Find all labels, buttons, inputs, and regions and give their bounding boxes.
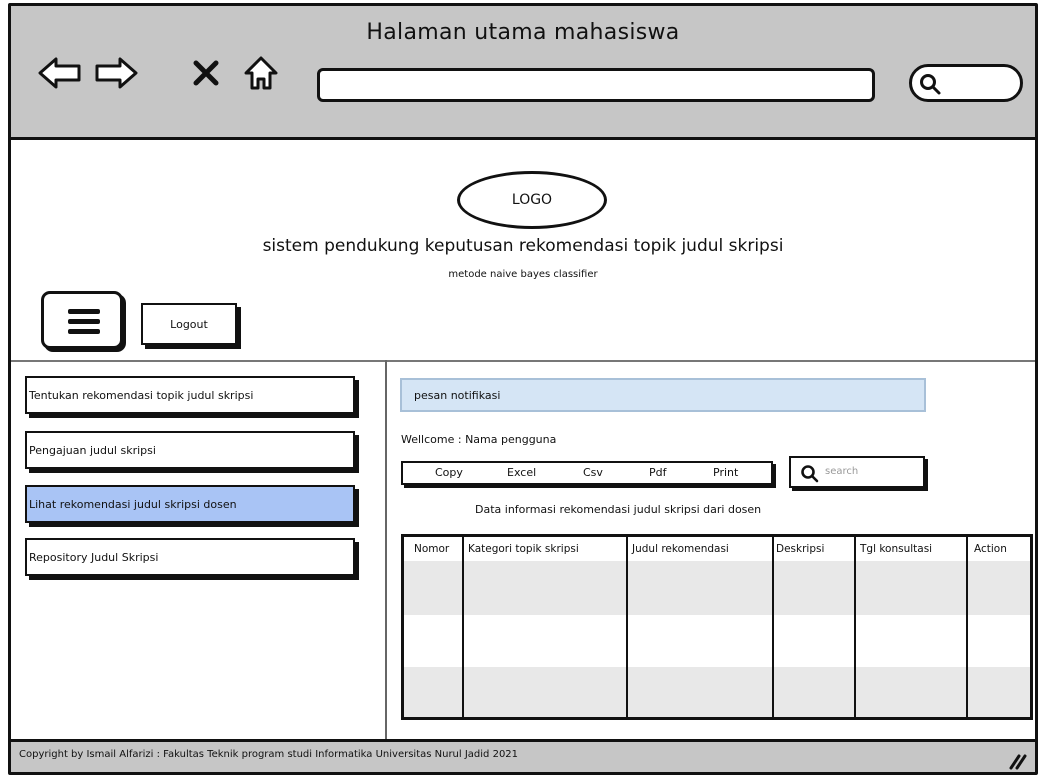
column-header-nomor: Nomor — [414, 543, 450, 555]
data-table: Nomor Kategori topik skripsi Judul rekom… — [401, 534, 1033, 720]
pdf-button[interactable]: Pdf — [649, 466, 667, 479]
table-row — [404, 561, 1030, 615]
column-divider — [854, 537, 856, 717]
csv-button[interactable]: Csv — [583, 466, 603, 479]
forward-button[interactable] — [93, 52, 139, 94]
column-header-judul: Judul rekomendasi — [632, 543, 729, 555]
table-caption: Data informasi rekomendasi judul skripsi… — [475, 503, 762, 516]
browser-window: Halaman utama mahasiswa LOGO sistem pend… — [8, 3, 1038, 775]
column-divider — [966, 537, 968, 717]
print-button[interactable]: Print — [713, 466, 738, 479]
window-title: Halaman utama mahasiswa — [366, 20, 680, 45]
browser-toolbar: Halaman utama mahasiswa — [11, 6, 1035, 140]
column-header-kategori: Kategori topik skripsi — [468, 543, 579, 555]
export-toolbar: Copy Excel Csv Pdf Print — [401, 461, 773, 485]
home-button[interactable] — [241, 52, 281, 94]
excel-button[interactable]: Excel — [507, 466, 536, 479]
column-divider — [462, 537, 464, 717]
sidebar-item-lihat-rekomendasi[interactable]: Lihat rekomendasi judul skripsi dosen — [25, 485, 355, 523]
table-row — [404, 667, 1030, 717]
logout-button[interactable]: Logout — [141, 303, 237, 345]
welcome-text: Wellcome : Nama pengguna — [401, 433, 557, 446]
sidebar-item-pengajuan-judul[interactable]: Pengajuan judul skripsi — [25, 431, 355, 469]
footer: Copyright by Ismail Alfarizi : Fakultas … — [11, 739, 1035, 772]
url-bar[interactable] — [317, 68, 875, 102]
column-header-action: Action — [974, 543, 1007, 555]
browser-search[interactable] — [909, 64, 1023, 102]
column-divider — [772, 537, 774, 717]
close-icon — [193, 60, 219, 86]
sidebar-divider — [385, 360, 387, 740]
home-icon — [244, 56, 278, 90]
logo: LOGO — [457, 171, 607, 229]
column-header-deskripsi: Deskripsi — [776, 543, 825, 555]
back-button[interactable] — [37, 52, 83, 94]
sidebar-item-repository[interactable]: Repository Judul Skripsi — [25, 538, 355, 576]
back-arrow-icon — [38, 57, 81, 89]
column-divider — [626, 537, 628, 717]
search-input[interactable]: search — [789, 456, 925, 488]
menu-icon-bar — [68, 329, 100, 334]
menu-icon-bar — [68, 319, 100, 324]
search-placeholder: search — [825, 466, 859, 477]
menu-button[interactable] — [41, 291, 123, 349]
app-title: sistem pendukung keputusan rekomendasi t… — [262, 236, 784, 256]
stop-button[interactable] — [189, 52, 223, 94]
menu-icon — [68, 309, 100, 314]
header-divider — [11, 360, 1035, 362]
resize-handle-icon[interactable] — [1007, 750, 1027, 770]
search-icon — [920, 74, 941, 95]
search-icon — [801, 465, 819, 483]
copyright-text: Copyright by Ismail Alfarizi : Fakultas … — [19, 749, 519, 760]
column-header-tgl-konsultasi: Tgl konsultasi — [860, 543, 933, 555]
copy-button[interactable]: Copy — [435, 466, 463, 479]
notification-banner: pesan notifikasi — [400, 378, 926, 412]
forward-arrow-icon — [95, 57, 138, 89]
app-subtitle: metode naive bayes classifier — [448, 269, 598, 280]
sidebar-item-tentukan-rekomendasi[interactable]: Tentukan rekomendasi topik judul skripsi — [25, 376, 355, 414]
